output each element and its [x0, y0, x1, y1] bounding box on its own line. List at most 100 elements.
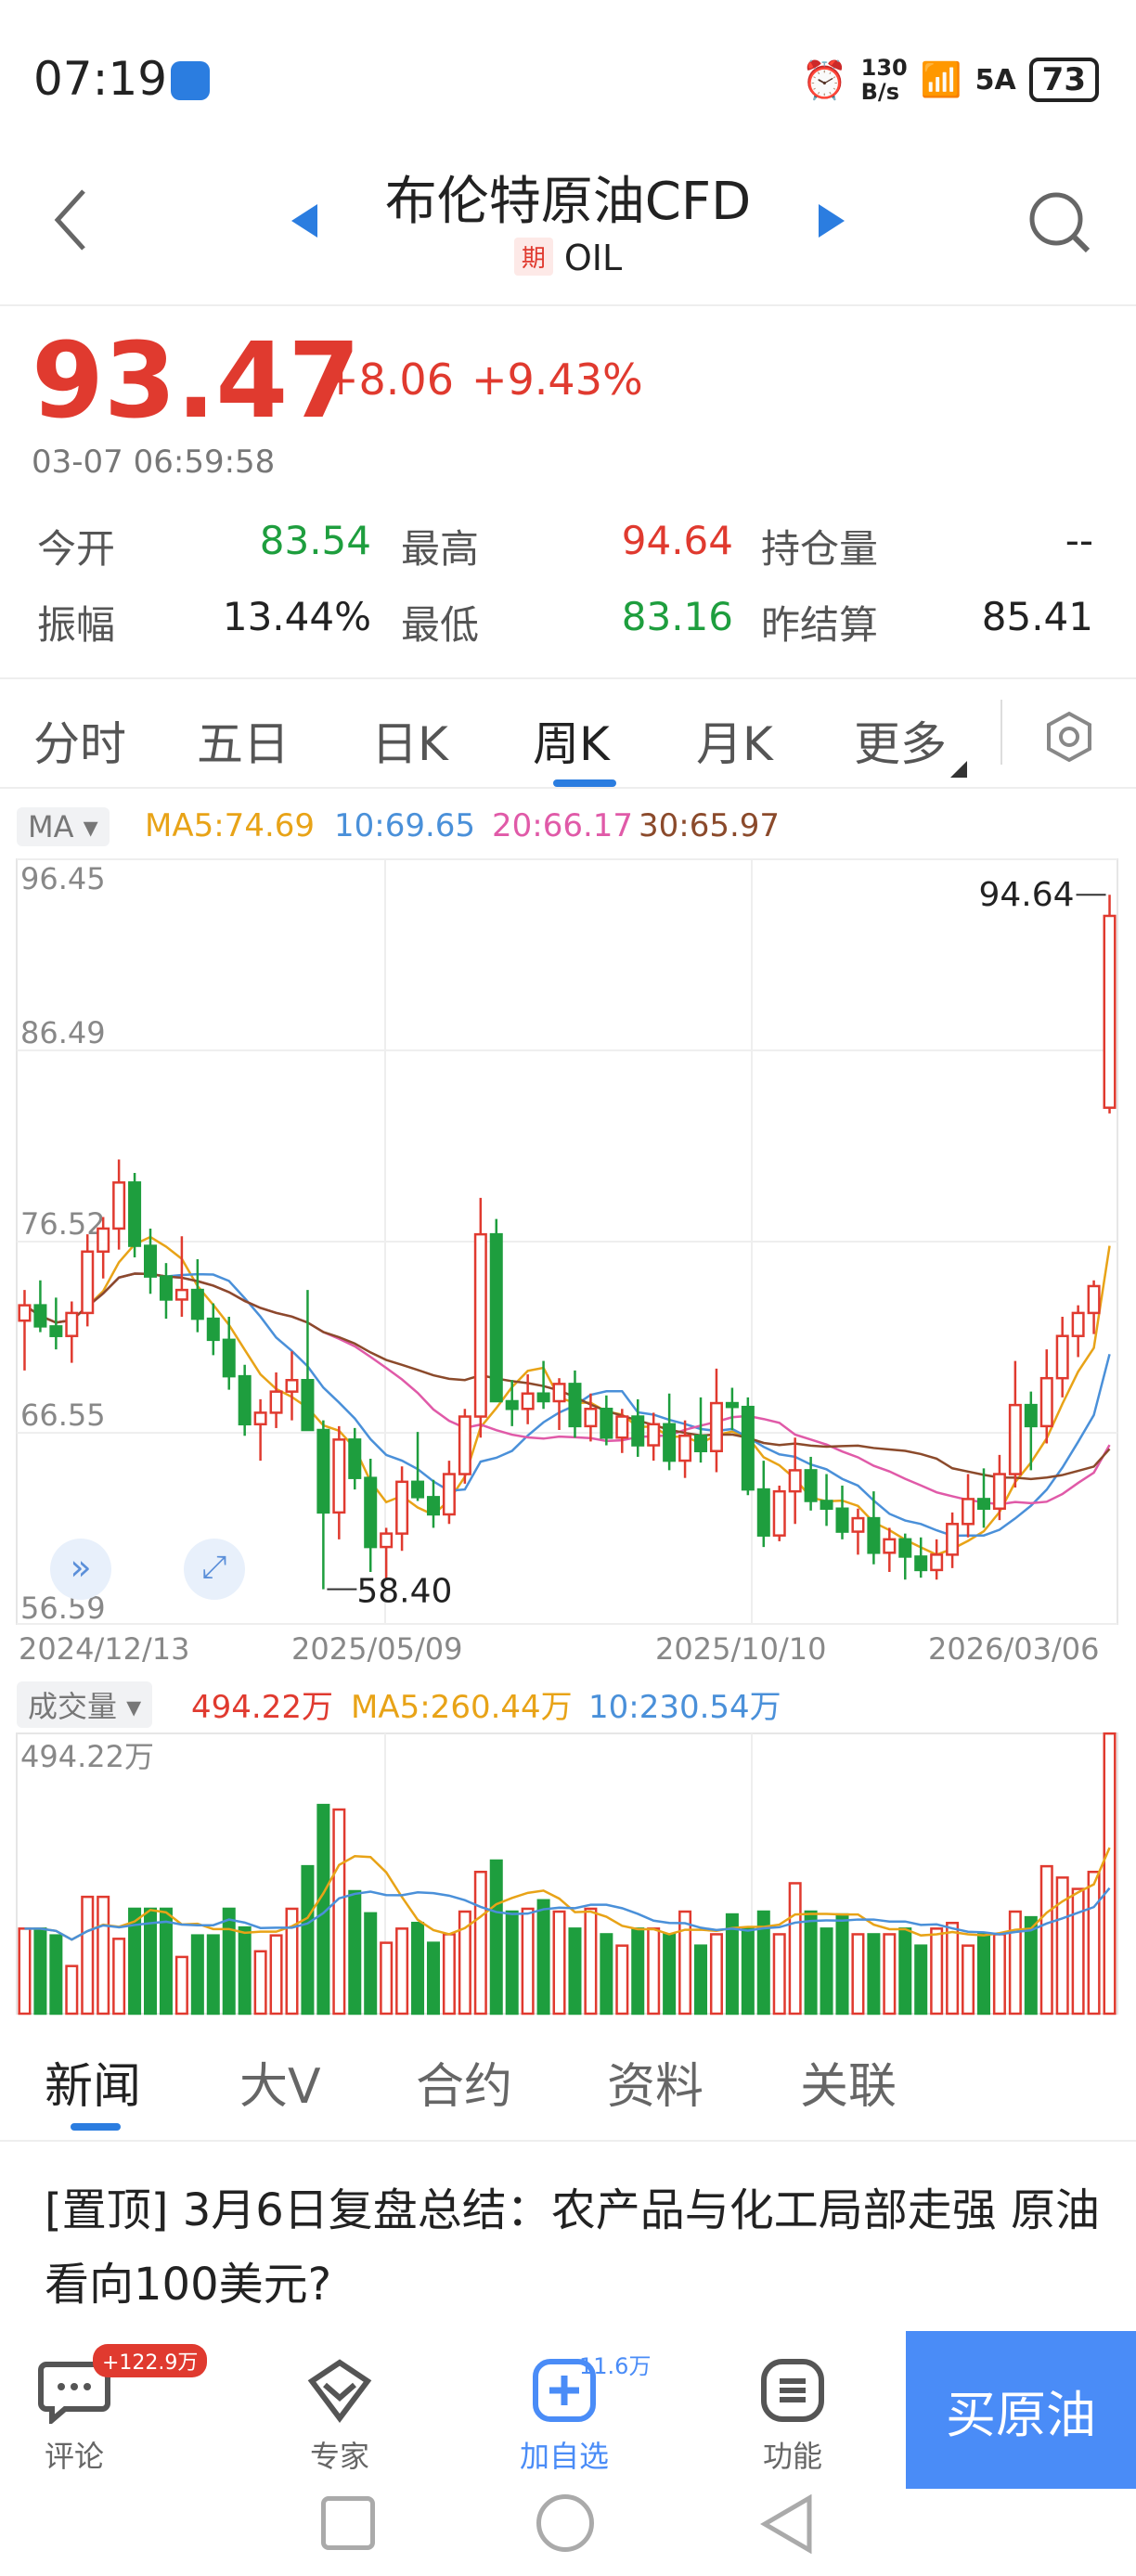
volume-bar [930, 1927, 944, 2016]
comment-label: 评论 [44, 2439, 104, 2474]
recents-nav-icon[interactable] [321, 2496, 375, 2550]
candle-body [756, 1488, 770, 1537]
candle-body [584, 1408, 598, 1428]
expand-left-icon[interactable]: » [50, 1539, 111, 1600]
fullscreen-icon[interactable]: ⤢ [184, 1539, 245, 1600]
tab-contract[interactable]: 合约 [416, 2047, 512, 2117]
candle-body [741, 1405, 755, 1491]
candle-body [898, 1538, 912, 1558]
volume-bar [65, 1964, 79, 2016]
candle-body [489, 1232, 503, 1403]
volume-bar [18, 1927, 32, 2016]
volume-bar [914, 1944, 928, 2016]
volume-bar [615, 1944, 629, 2016]
stat-label-low: 最低 [401, 602, 480, 648]
kline-chart[interactable]: 96.4586.4976.5266.5556.59 94.6458.402024… [0, 854, 1136, 1670]
x-tick-label: 2026/03/06 [928, 1631, 1099, 1667]
ma5-legend: MA5:74.69 [145, 807, 316, 844]
page-title: 布伦特原油CFD [384, 172, 752, 232]
volume-bar [663, 1933, 677, 2016]
volume-bar [678, 1910, 692, 2016]
volume-bar [380, 1941, 394, 2016]
volume-bar [883, 1933, 897, 2016]
candle-body [426, 1496, 440, 1516]
tab-5day[interactable]: 五日 [197, 707, 290, 774]
volume-bar [631, 1927, 645, 2016]
chart-settings-icon[interactable] [1043, 711, 1095, 763]
news-item-pinned[interactable]: [置顶] 3月6日复盘总结：农产品与化工局部走强 原油看向100美元? [45, 2173, 1103, 2322]
status-icons: ⏰ 130 B/s 📶 5A 73 [802, 56, 1099, 104]
volume-selector[interactable]: 成交量 ▾ [17, 1681, 153, 1728]
tab-weekly-k[interactable]: 周K [533, 707, 610, 774]
volume-bar [364, 1912, 378, 2016]
home-nav-icon[interactable] [536, 2494, 594, 2552]
stat-value-oi: -- [1065, 518, 1093, 563]
volume-bar [584, 1907, 598, 2016]
status-time: 07:19 [33, 52, 168, 106]
search-icon[interactable] [1026, 189, 1091, 260]
candle-body [332, 1438, 346, 1514]
tab-related[interactable]: 关联 [800, 2047, 897, 2117]
volume-bar [190, 1934, 204, 2016]
comment-button[interactable]: +122.9万 评论 [37, 2344, 208, 2476]
stat-value-high: 94.64 [621, 518, 733, 563]
candle-body [992, 1473, 1006, 1511]
volume-bar [473, 1870, 487, 2016]
candle-body [835, 1507, 849, 1533]
volume-bar [174, 1955, 188, 2016]
candle-body [238, 1374, 252, 1426]
news-tabs [0, 2023, 1136, 2142]
tab-news[interactable]: 新闻 [45, 2047, 141, 2117]
tab-monthly-k[interactable]: 月K [696, 707, 773, 774]
tab-intraday[interactable]: 分时 [33, 707, 126, 774]
volume-chart[interactable]: 494.22万 [0, 1726, 1136, 2023]
back-nav-icon[interactable] [759, 2494, 815, 2554]
volume-bar [788, 1882, 802, 2016]
candle-body [222, 1338, 236, 1378]
candle-body [1071, 1311, 1085, 1337]
volume-bar [1103, 1732, 1117, 2016]
volume-bar [772, 1933, 786, 2016]
volume-bar [49, 1934, 63, 2016]
candle-body [694, 1434, 708, 1452]
candle-body [631, 1415, 645, 1447]
volume-bar [1039, 1864, 1053, 2016]
tabs-divider [1000, 700, 1002, 765]
candle-body [851, 1516, 865, 1533]
last-price: 93.47 [32, 321, 361, 442]
next-instrument-icon[interactable] [817, 204, 845, 238]
expert-button[interactable]: 专家 [306, 2357, 414, 2476]
volume-ma10-legend: 10:230.54万 [588, 1689, 781, 1726]
volume-bar [442, 1933, 456, 2016]
candle-body [976, 1498, 990, 1511]
tab-info[interactable]: 资料 [607, 2047, 704, 2117]
candle-body [442, 1473, 456, 1516]
price-change: +8.06 [323, 354, 454, 405]
candle-body [395, 1480, 409, 1535]
candle-body [206, 1317, 220, 1342]
candle-body [411, 1480, 425, 1499]
volume-bar [301, 1864, 315, 2016]
tab-big-v[interactable]: 大V [239, 2047, 321, 2117]
candle-body [81, 1250, 95, 1315]
tab-daily-k[interactable]: 日K [371, 707, 448, 774]
ma10-line [23, 1272, 1111, 1538]
function-button[interactable]: 功能 [759, 2357, 867, 2476]
volume-bar [238, 1926, 252, 2016]
candle-body [380, 1532, 394, 1549]
volume-bar [332, 1808, 346, 2016]
add-watchlist-button[interactable]: 11.6万 加自选 [520, 2353, 651, 2476]
ma-selector[interactable]: MA ▾ [17, 807, 110, 846]
cell-signal: 5A [975, 63, 1016, 97]
candle-body [772, 1489, 786, 1537]
volume-bar [521, 1907, 535, 2016]
stat-label-open: 今开 [37, 526, 116, 572]
quote-timestamp: 03-07 06:59:58 [32, 444, 276, 481]
buy-oil-button[interactable]: 买原油 [906, 2331, 1136, 2489]
price-change-pct: +9.43% [471, 354, 643, 405]
candle-body [867, 1516, 881, 1554]
battery-indicator: 73 [1028, 58, 1099, 102]
tab-more[interactable]: 更多 [854, 707, 947, 774]
comment-count-badge: +122.9万 [93, 2344, 208, 2377]
y-tick-label: 96.45 [20, 861, 106, 896]
